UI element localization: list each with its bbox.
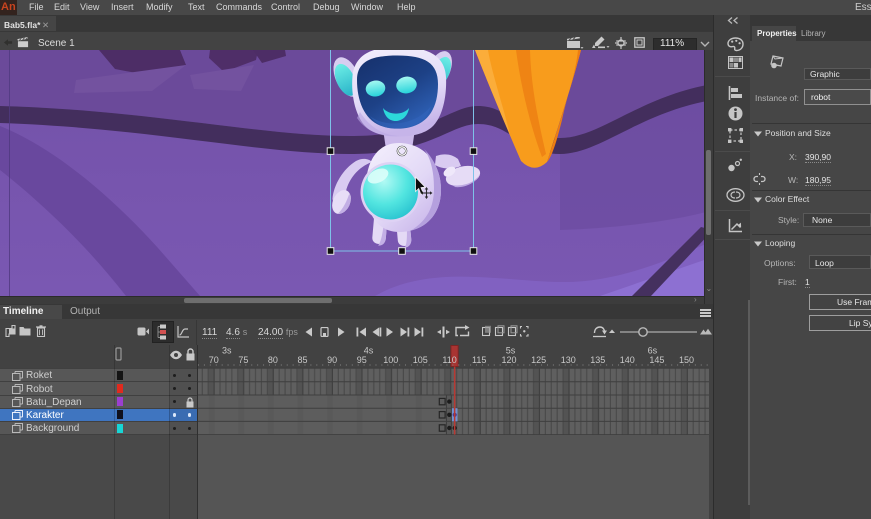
svg-text:130: 130	[561, 355, 576, 365]
svg-text:115: 115	[472, 355, 486, 365]
svg-text:90: 90	[327, 355, 337, 365]
svg-text:150: 150	[679, 355, 694, 365]
svg-text:70: 70	[209, 355, 219, 365]
svg-text:140: 140	[620, 355, 635, 365]
svg-text:5s: 5s	[506, 346, 516, 356]
svg-text:6s: 6s	[648, 346, 658, 356]
svg-text:135: 135	[590, 355, 605, 365]
svg-text:85: 85	[298, 355, 308, 365]
svg-text:120: 120	[502, 355, 517, 365]
svg-text:95: 95	[357, 355, 367, 365]
svg-text:100: 100	[383, 355, 398, 365]
svg-text:125: 125	[531, 355, 546, 365]
svg-text:3s: 3s	[222, 346, 232, 356]
svg-text:110: 110	[442, 355, 456, 365]
svg-text:4s: 4s	[364, 346, 374, 356]
svg-text:75: 75	[238, 355, 248, 365]
svg-text:105: 105	[413, 355, 428, 365]
svg-text:80: 80	[268, 355, 278, 365]
svg-text:145: 145	[649, 355, 664, 365]
